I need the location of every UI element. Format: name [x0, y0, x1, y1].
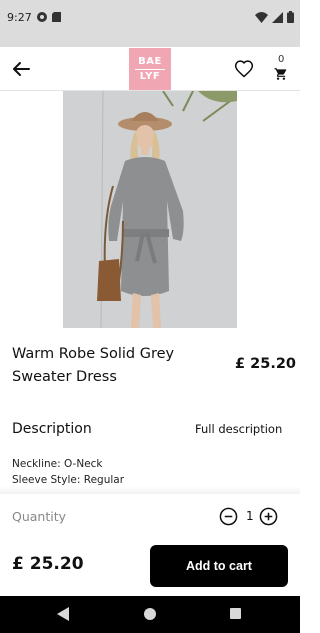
app-header: BAE LYF 0 [0, 47, 300, 91]
description-heading: Description [12, 421, 92, 437]
cart-count-badge: 0 [278, 54, 285, 65]
nav-recents-icon[interactable] [230, 608, 241, 619]
nav-back-icon[interactable] [57, 607, 69, 621]
cart-button[interactable]: 0 [272, 54, 292, 86]
quantity-label: Quantity [12, 509, 67, 524]
spec-list: Neckline: O-Neck Sleeve Style: Regular [12, 456, 124, 488]
status-notification-icons [37, 12, 61, 22]
shopping-cart-icon [274, 68, 287, 80]
nav-home-icon[interactable] [144, 608, 156, 620]
quantity-value: 1 [246, 509, 254, 523]
heart-icon[interactable] [234, 59, 254, 79]
wifi-icon [255, 11, 268, 23]
product-photo-illustration [63, 91, 237, 328]
status-time: 9:27 [7, 11, 32, 24]
logo-divider [135, 68, 165, 70]
system-nav-bar [0, 596, 300, 633]
status-system-icons [255, 11, 294, 23]
logo-line2: LYF [139, 70, 161, 82]
total-price: £ 25.20 [12, 554, 84, 574]
spec-item: Neckline: O-Neck [12, 458, 103, 470]
product-price: £ 25.20 [235, 356, 297, 372]
content-fade [0, 486, 300, 494]
battery-icon [287, 11, 294, 23]
full-description-link[interactable]: Full description [195, 422, 282, 436]
product-title: Warm Robe Solid Grey Sweater Dress [12, 346, 175, 385]
signal-icon [272, 11, 283, 23]
product-image[interactable] [63, 91, 237, 328]
logo-line1: BAE [138, 55, 162, 67]
minus-circle-icon[interactable] [219, 507, 238, 526]
status-bar: 9:27 [0, 0, 300, 47]
plus-circle-icon[interactable] [259, 507, 278, 526]
brand-logo[interactable]: BAE LYF [129, 48, 171, 90]
sim-card-icon [52, 12, 61, 22]
back-arrow-icon[interactable] [10, 58, 32, 80]
app-notification-icon [37, 12, 47, 22]
add-to-cart-button[interactable]: Add to cart [150, 545, 288, 587]
